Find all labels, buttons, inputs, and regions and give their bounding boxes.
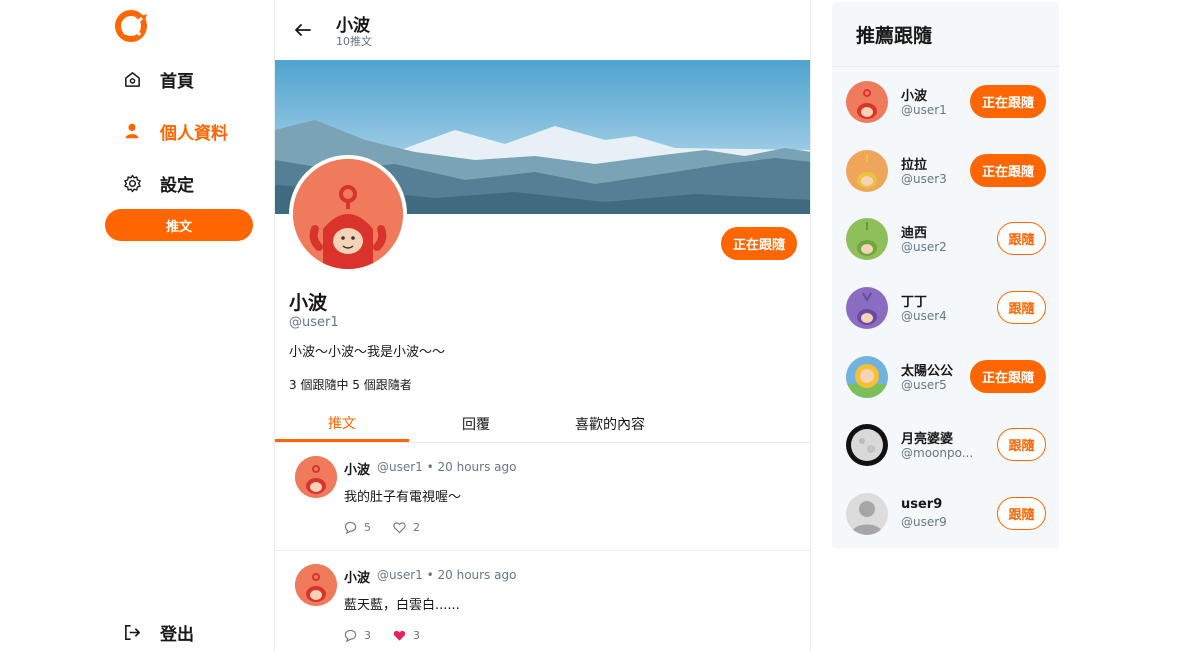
nav-profile[interactable]: 個人資料 <box>122 116 228 146</box>
follow-button[interactable]: 跟隨 <box>997 222 1046 255</box>
user-avatar[interactable] <box>846 81 888 123</box>
recommend-name: user9 <box>901 497 943 512</box>
recommend-handle: @user1 <box>901 103 947 117</box>
recommended-follow-panel: 推薦跟隨 小波 @user1 正在跟隨 拉拉 @user3 正在跟隨 迪西 @u… <box>832 2 1059 548</box>
following-button[interactable]: 正在跟隨 <box>970 85 1046 118</box>
user-avatar[interactable] <box>846 424 888 466</box>
recommend-row: 小波 @user1 正在跟隨 <box>832 68 1059 136</box>
new-tweet-button[interactable]: 推文 <box>105 209 253 241</box>
gear-icon <box>122 173 142 193</box>
user-avatar[interactable] <box>846 287 888 329</box>
tweet-item[interactable]: 小波 @user1 • 20 hours ago 我的肚子有電視喔～ 5 2 <box>275 443 810 551</box>
tweet-text: 藍天藍，白雲白...... <box>344 598 460 613</box>
tab-likes[interactable]: 喜歡的內容 <box>543 406 677 442</box>
recommend-row: 丁丁 @user4 跟隨 <box>832 274 1059 342</box>
heart-icon <box>393 522 406 534</box>
profile-avatar[interactable] <box>289 155 407 273</box>
left-navigation: 首頁 個人資料 設定 推文 登出 <box>0 0 275 651</box>
tweet-text: 我的肚子有電視喔～ <box>344 490 462 505</box>
following-button[interactable]: 正在跟隨 <box>970 154 1046 187</box>
follow-button[interactable]: 跟隨 <box>997 428 1046 461</box>
profile-bio: 小波～小波～我是小波～～ <box>289 345 446 360</box>
recommend-row: 拉拉 @user3 正在跟隨 <box>832 137 1059 205</box>
user-avatar[interactable] <box>846 356 888 398</box>
heart-filled-icon <box>393 630 406 641</box>
user-avatar[interactable] <box>846 218 888 260</box>
logout-icon <box>122 622 142 642</box>
user-avatar[interactable] <box>846 493 888 535</box>
follow-button[interactable]: 跟隨 <box>997 291 1046 324</box>
nav-settings-label: 設定 <box>160 175 194 196</box>
recommend-name: 月亮婆婆 <box>901 432 954 447</box>
user-avatar[interactable] <box>846 150 888 192</box>
profile-main-column: 小波 10推文 正在跟隨 小波 @user1 小波～小波～我是小波～～ 3 個跟… <box>274 0 811 651</box>
reply-action[interactable]: 3 <box>344 629 371 642</box>
recommend-handle: @user5 <box>901 378 947 392</box>
tweet-meta: @user1 • 20 hours ago <box>377 460 517 474</box>
tweet-author-name: 小波 <box>344 571 371 586</box>
nav-home[interactable]: 首頁 <box>122 64 194 94</box>
reply-count: 3 <box>364 629 371 642</box>
reply-action[interactable]: 5 <box>344 521 371 534</box>
profile-handle: @user1 <box>289 315 339 330</box>
home-icon <box>122 69 142 89</box>
follow-stats[interactable]: 3 個跟隨中 5 個跟隨者 <box>289 376 412 393</box>
follow-button[interactable]: 跟隨 <box>997 497 1046 530</box>
profile-tabs: 推文 回覆 喜歡的內容 <box>275 406 810 443</box>
profile-header: 小波 10推文 <box>275 0 810 60</box>
nav-logout[interactable]: 登出 <box>122 617 194 647</box>
tweet-author-name: 小波 <box>344 463 371 478</box>
recommended-title: 推薦跟隨 <box>832 2 1059 67</box>
comment-icon <box>344 629 357 642</box>
tweet-avatar[interactable] <box>295 456 337 498</box>
tweet-avatar[interactable] <box>295 564 337 606</box>
recommend-handle: @user3 <box>901 172 947 186</box>
nav-home-label: 首頁 <box>160 71 194 92</box>
recommend-name: 迪西 <box>901 226 928 241</box>
recommend-row: 月亮婆婆 @moonpo... 跟隨 <box>832 411 1059 479</box>
like-action[interactable]: 3 <box>393 629 420 642</box>
recommend-handle: @user4 <box>901 309 947 323</box>
user-icon <box>122 121 142 141</box>
nav-logout-label: 登出 <box>160 624 194 645</box>
tweet-meta: @user1 • 20 hours ago <box>377 568 517 582</box>
tweet-item[interactable]: 小波 @user1 • 20 hours ago 藍天藍，白雲白...... 3… <box>275 551 810 651</box>
like-action[interactable]: 2 <box>393 521 420 534</box>
like-count: 3 <box>413 629 420 642</box>
back-arrow-icon[interactable] <box>293 20 313 40</box>
reply-count: 5 <box>364 521 371 534</box>
like-count: 2 <box>413 521 420 534</box>
recommend-name: 小波 <box>901 89 928 104</box>
header-tweet-count: 10推文 <box>336 35 372 48</box>
recommend-handle: @user2 <box>901 240 947 254</box>
nav-settings[interactable]: 設定 <box>122 168 194 198</box>
following-button[interactable]: 正在跟隨 <box>970 360 1046 393</box>
tab-replies[interactable]: 回覆 <box>409 406 543 442</box>
recommend-row: 迪西 @user2 跟隨 <box>832 205 1059 273</box>
tab-tweets[interactable]: 推文 <box>275 406 409 442</box>
recommend-name: 拉拉 <box>901 158 928 173</box>
recommend-row: 太陽公公 @user5 正在跟隨 <box>832 343 1059 411</box>
recommend-name: 太陽公公 <box>901 364 954 379</box>
comment-icon <box>344 521 357 534</box>
recommend-name: 丁丁 <box>901 295 928 310</box>
following-button[interactable]: 正在跟隨 <box>721 227 797 260</box>
recommend-handle: @user9 <box>901 515 947 529</box>
profile-name: 小波 <box>289 292 328 314</box>
nav-profile-label: 個人資料 <box>160 123 228 144</box>
recommend-row: user9 @user9 跟隨 <box>832 480 1059 548</box>
app-logo-icon[interactable] <box>114 8 150 44</box>
recommend-handle: @moonpo... <box>901 446 974 460</box>
